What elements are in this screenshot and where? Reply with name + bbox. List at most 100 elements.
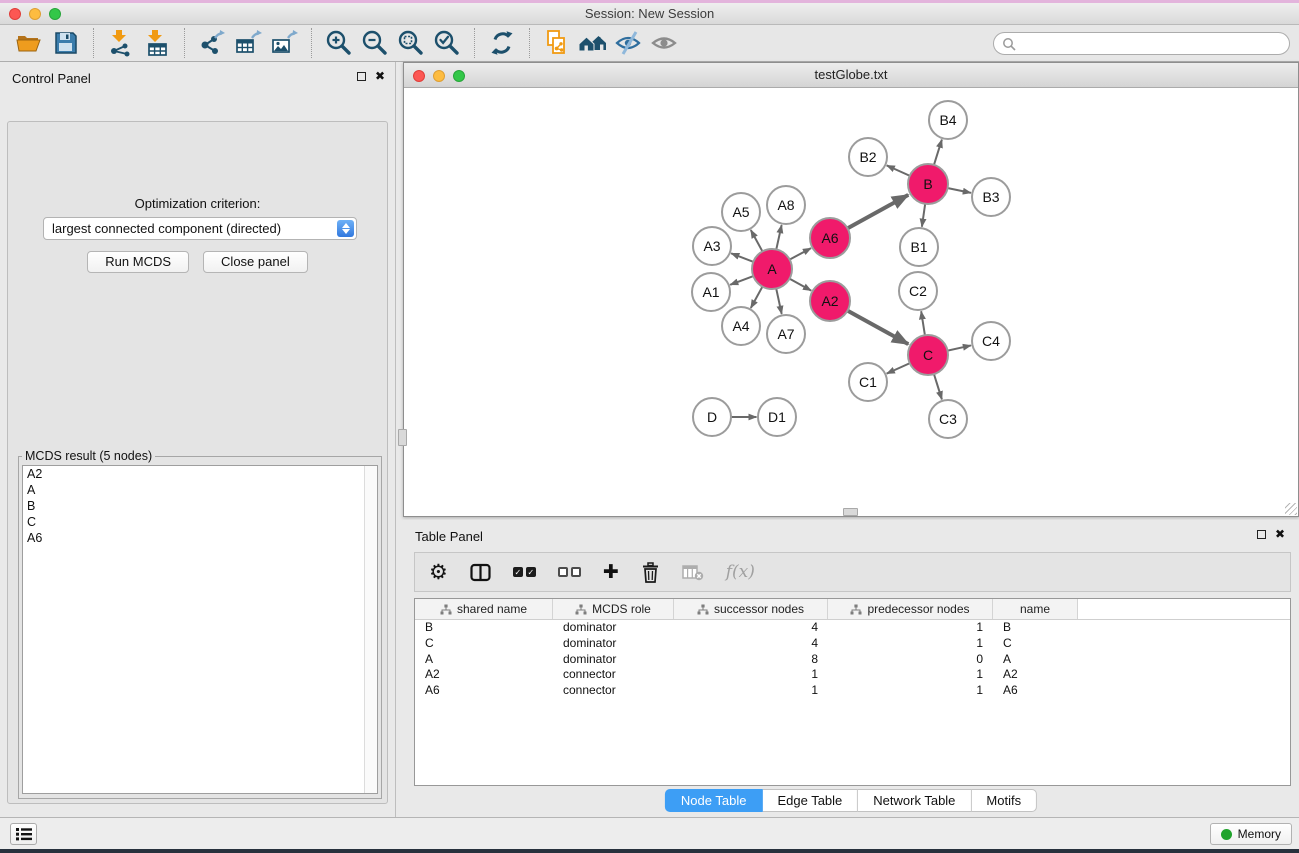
column-header-successor-nodes[interactable]: successor nodes	[674, 599, 828, 619]
scrollbar-track[interactable]	[364, 466, 377, 793]
cell-name[interactable]: B	[993, 620, 1078, 636]
graph-node-A1[interactable]: A1	[692, 273, 730, 311]
table-settings-button[interactable]: ⚙	[429, 562, 448, 582]
tab-edge-table[interactable]: Edge Table	[762, 789, 858, 812]
graph-node-C2[interactable]: C2	[899, 272, 937, 310]
graph-node-A8[interactable]: A8	[767, 186, 805, 224]
tab-network-table[interactable]: Network Table	[858, 789, 971, 812]
network-window-titlebar[interactable]: testGlobe.txt	[404, 63, 1298, 88]
first-neighbors-button[interactable]	[577, 27, 609, 59]
graph-node-D[interactable]: D	[693, 398, 731, 436]
column-options-button[interactable]	[470, 563, 491, 582]
cell-predecessor-nodes[interactable]: 0	[828, 652, 993, 668]
graph-node-A2[interactable]: A2	[810, 281, 850, 321]
export-network-button[interactable]	[196, 27, 228, 59]
zoom-selected-button[interactable]	[431, 27, 463, 59]
search-field[interactable]	[993, 32, 1290, 55]
task-history-button[interactable]	[10, 823, 37, 845]
export-image-button[interactable]	[268, 27, 300, 59]
graph-node-C[interactable]: C	[908, 335, 948, 375]
graph-node-B4[interactable]: B4	[929, 101, 967, 139]
table-row[interactable]: Bdominator41B	[415, 620, 1290, 636]
cell-shared-name[interactable]: A6	[415, 683, 553, 699]
cell-mcds-role[interactable]: dominator	[553, 636, 674, 652]
cell-predecessor-nodes[interactable]: 1	[828, 667, 993, 683]
graph-node-A7[interactable]: A7	[767, 315, 805, 353]
import-network-button[interactable]	[105, 27, 137, 59]
graph-node-C1[interactable]: C1	[849, 363, 887, 401]
cell-mcds-role[interactable]: dominator	[553, 652, 674, 668]
graph-node-A5[interactable]: A5	[722, 193, 760, 231]
graph-node-C4[interactable]: C4	[972, 322, 1010, 360]
zoom-in-button[interactable]	[323, 27, 355, 59]
deselect-all-columns-button[interactable]	[558, 567, 581, 577]
cell-name[interactable]: C	[993, 636, 1078, 652]
hide-selected-button[interactable]	[613, 27, 645, 59]
cell-predecessor-nodes[interactable]: 1	[828, 620, 993, 636]
mcds-result-item[interactable]: B	[23, 498, 377, 514]
split-divider-handle-bottom[interactable]	[843, 508, 858, 516]
network-canvas[interactable]: AA1A2A3A4A5A6A7A8BB1B2B3B4CC1C2C3C4DD1	[404, 88, 1298, 516]
close-panel-button[interactable]: Close panel	[203, 251, 308, 273]
cell-shared-name[interactable]: A	[415, 652, 553, 668]
graph-node-B2[interactable]: B2	[849, 138, 887, 176]
table-row[interactable]: A2connector11A2	[415, 667, 1290, 683]
tab-motifs[interactable]: Motifs	[971, 789, 1037, 812]
cell-successor-nodes[interactable]: 8	[674, 652, 828, 668]
create-column-button[interactable]: ✚	[603, 561, 619, 583]
cell-name[interactable]: A6	[993, 683, 1078, 699]
delete-column-button[interactable]	[641, 562, 660, 583]
save-session-button[interactable]	[50, 27, 82, 59]
optimization-criterion-dropdown[interactable]: largest connected component (directed)	[43, 217, 357, 240]
cell-name[interactable]: A2	[993, 667, 1078, 683]
cell-name[interactable]: A	[993, 652, 1078, 668]
graph-node-B3[interactable]: B3	[972, 178, 1010, 216]
float-panel-icon[interactable]	[357, 72, 366, 81]
refresh-view-button[interactable]	[486, 27, 518, 59]
memory-button[interactable]: Memory	[1210, 823, 1292, 845]
column-header-name[interactable]: name	[993, 599, 1078, 619]
show-all-button[interactable]	[649, 27, 681, 59]
column-header-predecessor-nodes[interactable]: predecessor nodes	[828, 599, 993, 619]
graph-node-A[interactable]: A	[752, 249, 792, 289]
mcds-result-item[interactable]: C	[23, 514, 377, 530]
column-header-mcds-role[interactable]: MCDS role	[553, 599, 674, 619]
select-all-columns-button[interactable]: ✓ ✓	[513, 567, 536, 577]
search-input[interactable]	[1021, 35, 1289, 53]
mcds-result-item[interactable]: A	[23, 482, 377, 498]
mcds-result-item[interactable]: A2	[23, 466, 377, 482]
cell-mcds-role[interactable]: connector	[553, 683, 674, 699]
column-header-shared-name[interactable]: shared name	[415, 599, 553, 619]
close-panel-icon[interactable]: ✖	[375, 71, 385, 81]
cell-mcds-role[interactable]: connector	[553, 667, 674, 683]
mcds-result-item[interactable]: A6	[23, 530, 377, 546]
cell-shared-name[interactable]: A2	[415, 667, 553, 683]
mcds-result-list[interactable]: A2ABCA6	[22, 465, 378, 794]
close-table-panel-icon[interactable]: ✖	[1275, 529, 1285, 539]
open-session-button[interactable]	[14, 27, 46, 59]
cell-successor-nodes[interactable]: 1	[674, 667, 828, 683]
graph-node-A4[interactable]: A4	[722, 307, 760, 345]
graph-node-A3[interactable]: A3	[693, 227, 731, 265]
import-table-button[interactable]	[141, 27, 173, 59]
cell-shared-name[interactable]: B	[415, 620, 553, 636]
table-row[interactable]: Cdominator41C	[415, 636, 1290, 652]
float-table-panel-icon[interactable]	[1257, 530, 1266, 539]
split-divider-handle-left[interactable]	[398, 429, 407, 446]
tab-node-table[interactable]: Node Table	[665, 789, 763, 812]
cell-successor-nodes[interactable]: 4	[674, 636, 828, 652]
graph-node-D1[interactable]: D1	[758, 398, 796, 436]
run-mcds-button[interactable]: Run MCDS	[87, 251, 189, 273]
zoom-out-button[interactable]	[359, 27, 391, 59]
resize-grip[interactable]	[1285, 503, 1297, 515]
table-row[interactable]: A6connector11A6	[415, 683, 1290, 699]
cell-predecessor-nodes[interactable]: 1	[828, 683, 993, 699]
export-table-button[interactable]	[232, 27, 264, 59]
cell-mcds-role[interactable]: dominator	[553, 620, 674, 636]
cell-shared-name[interactable]: C	[415, 636, 553, 652]
table-row[interactable]: Adominator80A	[415, 652, 1290, 668]
graph-node-A6[interactable]: A6	[810, 218, 850, 258]
cell-successor-nodes[interactable]: 1	[674, 683, 828, 699]
zoom-fit-button[interactable]	[395, 27, 427, 59]
cell-predecessor-nodes[interactable]: 1	[828, 636, 993, 652]
